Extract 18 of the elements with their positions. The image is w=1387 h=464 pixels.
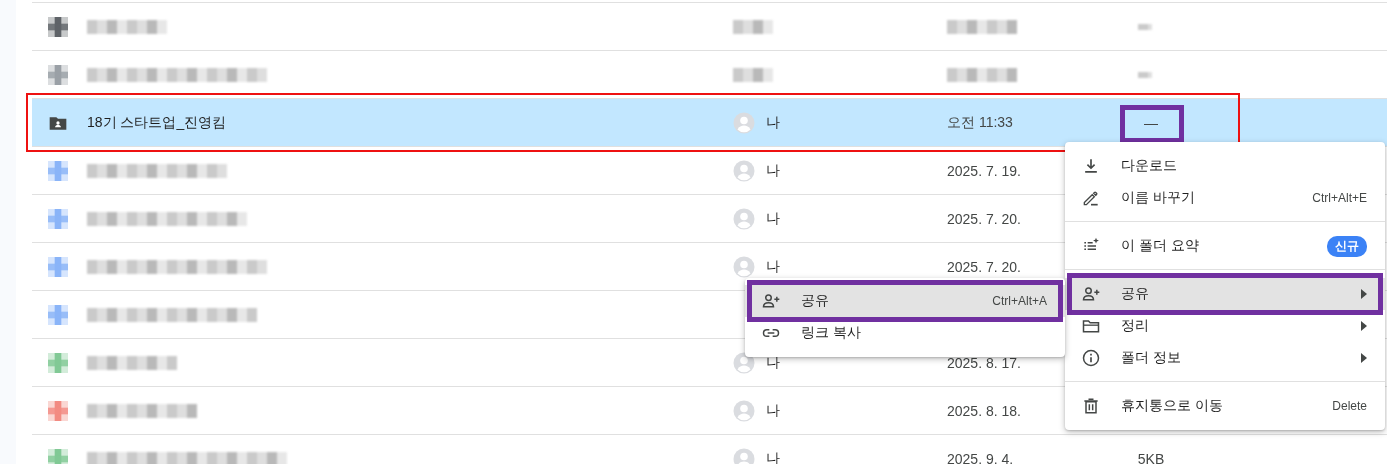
- file-size: —: [1144, 114, 1158, 131]
- file-name: 18기 스타트업_진영킴: [87, 113, 227, 132]
- owner-name: 나: [766, 161, 780, 180]
- modified-date: 2025. 8. 17.: [947, 354, 1021, 371]
- owner-name: 나: [766, 257, 780, 276]
- file-size: 5KB: [1137, 450, 1165, 464]
- modified-date: 2025. 7. 19.: [947, 162, 1021, 179]
- modified-date: 2025. 7. 20.: [947, 258, 1021, 275]
- owner-name: 나: [766, 449, 780, 464]
- modified-date: 2025. 9. 4.: [947, 450, 1014, 464]
- new-badge: 신규: [1327, 235, 1367, 257]
- owner-name: 나: [766, 113, 780, 132]
- owner-name: 나: [766, 353, 780, 372]
- modified-date: 2025. 8. 18.: [947, 402, 1021, 419]
- modified-date: 2025. 7. 20.: [947, 210, 1021, 227]
- modified-date: 오전 11:33: [947, 113, 1013, 130]
- owner-name: 나: [766, 401, 780, 420]
- owner-name: 나: [766, 209, 780, 228]
